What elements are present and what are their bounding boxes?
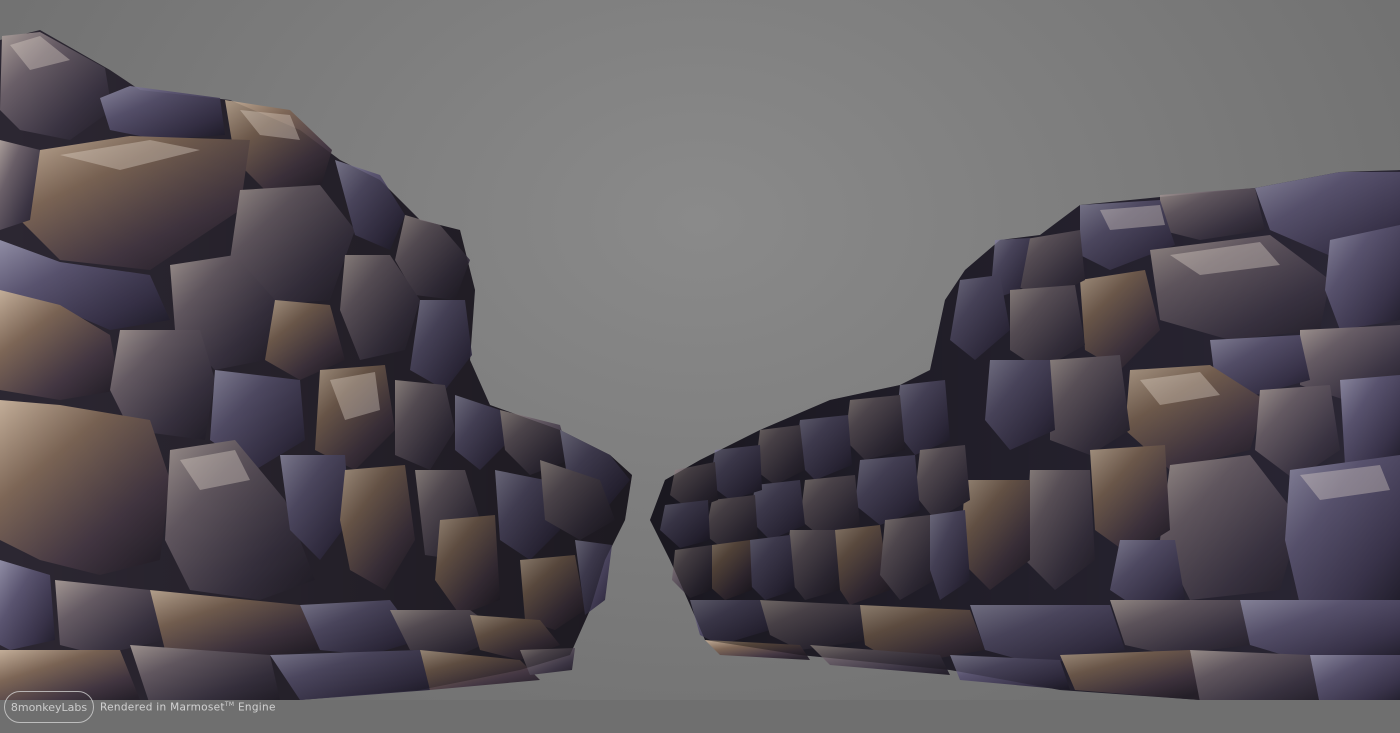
render-caption: Rendered in MarmosetTM Engine	[100, 701, 276, 714]
trademark-mark: TM	[224, 700, 235, 708]
render-viewport: 8monkeyLabs Rendered in MarmosetTM Engin…	[0, 0, 1400, 733]
caption-prefix: Rendered in Marmoset	[100, 701, 225, 714]
studio-logo: 8monkeyLabs	[4, 691, 94, 723]
watermark: 8monkeyLabs Rendered in MarmosetTM Engin…	[4, 689, 276, 725]
stone-walls-render	[0, 30, 1400, 733]
logo-text: 8monkeyLabs	[10, 700, 88, 714]
caption-suffix: Engine	[234, 701, 276, 714]
